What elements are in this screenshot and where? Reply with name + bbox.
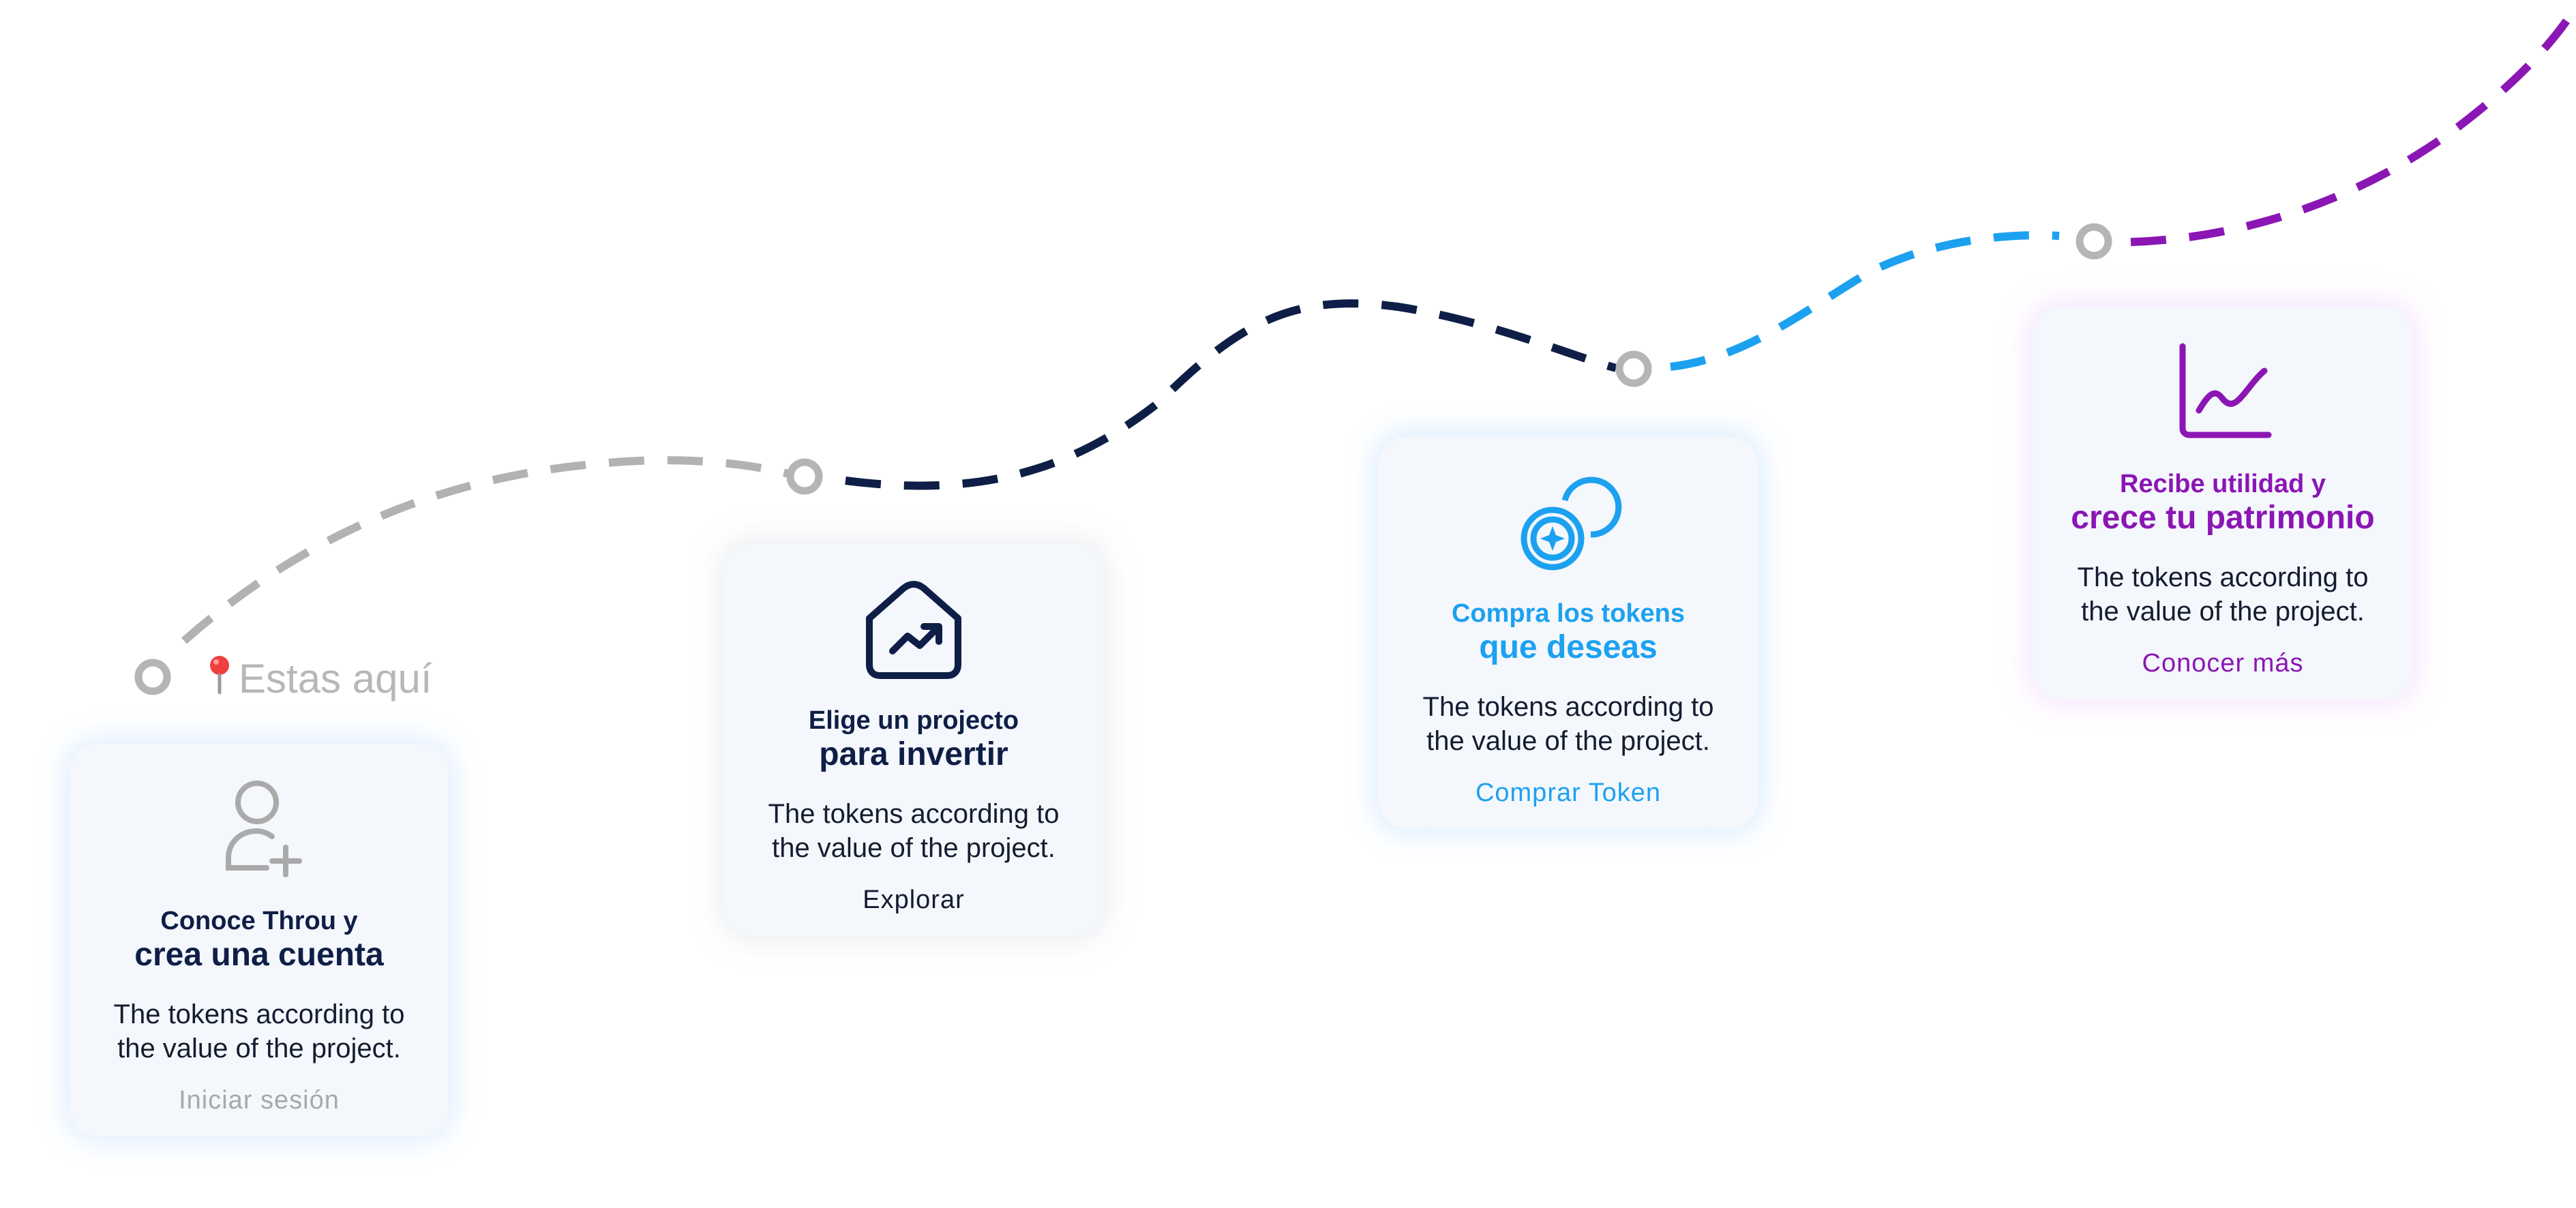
step-title-large: que deseas xyxy=(1479,629,1658,665)
you-are-here-label: Estas aquí xyxy=(239,655,432,701)
path-node-3 xyxy=(1615,350,1652,387)
step-card-choose-project: Elige un projecto para invertir The toke… xyxy=(724,543,1103,936)
step-title-large: crece tu patrimonio xyxy=(2071,500,2375,536)
path-node-4 xyxy=(2076,223,2112,260)
step-title-small: Conoce Throu y xyxy=(160,907,358,935)
path-node-1 xyxy=(134,659,171,695)
step-card-create-account: Conoce Throu y crea una cuenta The token… xyxy=(70,744,449,1136)
user-add-icon xyxy=(226,781,302,877)
learn-more-link[interactable]: Conocer más xyxy=(2142,649,2304,678)
step-title-small: Compra los tokens xyxy=(1451,599,1686,628)
step-title-large: para invertir xyxy=(819,736,1008,772)
step-title-large: crea una cuenta xyxy=(134,937,384,973)
path-segment-1 xyxy=(181,456,792,644)
step-description: The tokens according to the value of the… xyxy=(2077,562,2369,626)
house-trend-icon xyxy=(866,581,961,679)
step-description: The tokens according to the value of the… xyxy=(113,999,405,1063)
explore-link[interactable]: Explorar xyxy=(863,886,965,915)
map-pin-icon xyxy=(205,653,235,704)
line-chart-icon xyxy=(2179,343,2272,438)
path-node-2 xyxy=(786,458,823,495)
step-description: The tokens according to the value of the… xyxy=(1422,692,1714,756)
buy-token-link[interactable]: Comprar Token xyxy=(1476,779,1661,808)
path-segment-3 xyxy=(1670,231,2060,371)
path-segment-4 xyxy=(2130,4,2576,246)
you-are-here-marker: Estas aquí xyxy=(205,648,432,709)
step-card-grow-wealth: Recibe utilidad y crece tu patrimonio Th… xyxy=(2033,307,2412,699)
step-description: The tokens according to the value of the… xyxy=(768,799,1060,863)
coins-icon xyxy=(1521,477,1622,571)
login-link[interactable]: Iniciar sesión xyxy=(179,1086,340,1115)
step-title-small: Elige un projecto xyxy=(808,706,1019,735)
step-card-buy-tokens: Compra los tokens que deseas The tokens … xyxy=(1379,436,1758,829)
step-title-small: Recibe utilidad y xyxy=(2120,470,2326,498)
